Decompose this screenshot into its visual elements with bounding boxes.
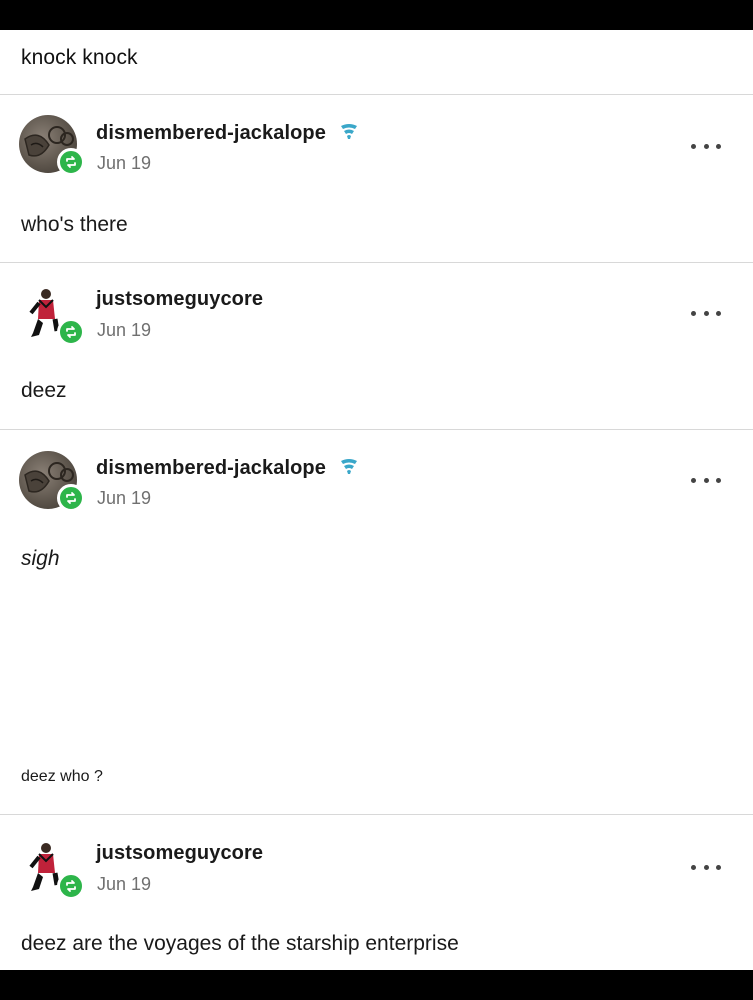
- post-body: deez: [21, 379, 67, 402]
- reblog-icon: [57, 318, 85, 346]
- reblog-post: dismembered-jackalope Jun 19 sigh deez w…: [0, 430, 753, 815]
- dot-icon: [703, 143, 709, 149]
- avatar[interactable]: [19, 115, 85, 176]
- avatar[interactable]: [19, 451, 85, 512]
- more-options-button[interactable]: [691, 307, 721, 319]
- reblog-thread: knock knock dismembered-jackalope Jun 19…: [0, 30, 753, 970]
- post-body: who's there: [21, 213, 128, 236]
- username-text[interactable]: dismembered-jackalope: [96, 457, 326, 479]
- more-options-button[interactable]: [691, 140, 721, 152]
- post-body: sigh: [21, 547, 60, 570]
- post-date[interactable]: Jun 19: [97, 488, 151, 509]
- cloud-icon: [340, 459, 357, 474]
- dot-icon: [716, 310, 721, 316]
- dot-icon: [691, 143, 696, 149]
- dot-icon: [703, 477, 709, 483]
- reblog-post: justsomeguycore Jun 19 deez are the voya…: [0, 815, 753, 970]
- post-date[interactable]: Jun 19: [97, 153, 151, 174]
- original-post-text: knock knock: [21, 46, 138, 69]
- post-date[interactable]: Jun 19: [97, 320, 151, 341]
- post-author[interactable]: justsomeguycore: [96, 842, 263, 865]
- reblog-icon: [57, 872, 85, 900]
- post-author[interactable]: justsomeguycore: [96, 288, 263, 311]
- more-options-button[interactable]: [691, 861, 721, 873]
- dot-icon: [691, 864, 696, 870]
- dot-icon: [703, 864, 709, 870]
- reblog-post: justsomeguycore Jun 19 deez: [0, 263, 753, 430]
- reblog-post: dismembered-jackalope Jun 19 who's there: [0, 95, 753, 263]
- username-text[interactable]: dismembered-jackalope: [96, 122, 326, 144]
- original-post: knock knock: [0, 30, 753, 95]
- dot-icon: [716, 143, 721, 149]
- avatar[interactable]: [19, 839, 85, 900]
- post-date[interactable]: Jun 19: [97, 874, 151, 895]
- post-body-small: deez who ?: [21, 768, 103, 785]
- reblog-icon: [57, 148, 85, 176]
- more-options-button[interactable]: [691, 474, 721, 486]
- dot-icon: [703, 310, 709, 316]
- cloud-icon: [340, 124, 357, 139]
- dot-icon: [691, 310, 696, 316]
- post-body: deez are the voyages of the starship ent…: [21, 932, 459, 955]
- avatar[interactable]: [19, 285, 85, 346]
- dot-icon: [716, 864, 721, 870]
- dot-icon: [691, 477, 696, 483]
- dot-icon: [716, 477, 721, 483]
- post-author[interactable]: dismembered-jackalope: [96, 456, 360, 480]
- post-author[interactable]: dismembered-jackalope: [96, 121, 360, 145]
- reblog-icon: [57, 484, 85, 512]
